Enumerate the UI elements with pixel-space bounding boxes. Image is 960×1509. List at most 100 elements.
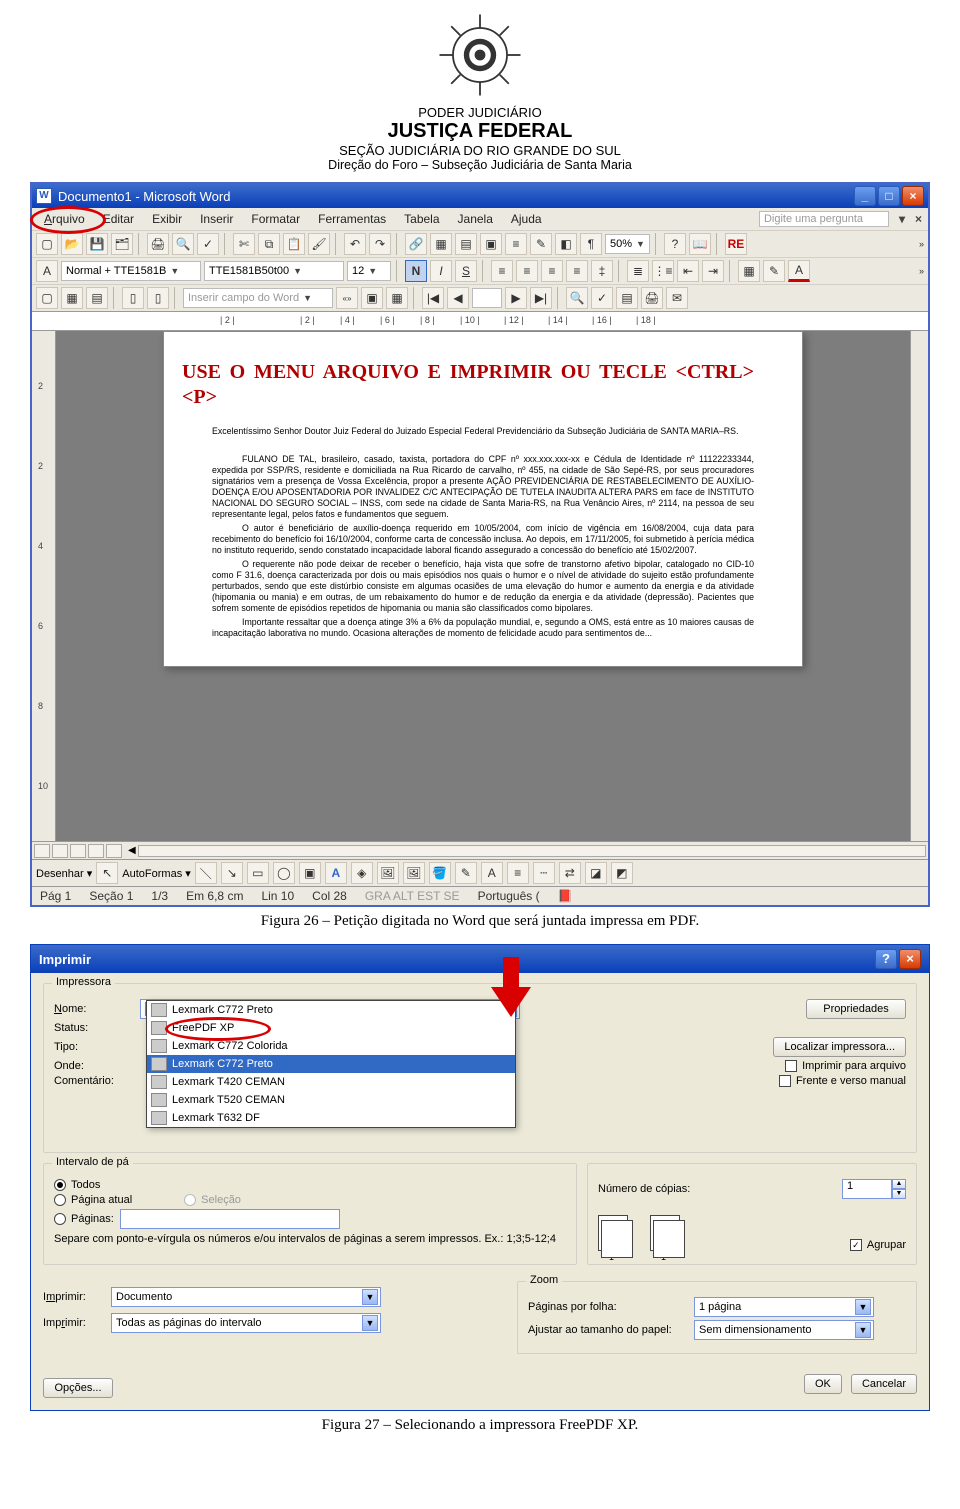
read-icon[interactable]: 📖 xyxy=(689,233,711,255)
properties-button[interactable]: Propriedades xyxy=(806,999,906,1019)
draw-menu[interactable]: Desenhar ▾ xyxy=(36,867,92,880)
menu-formatar[interactable]: Formatar xyxy=(245,210,306,228)
printer-option-2[interactable]: Lexmark C772 Colorida xyxy=(147,1037,515,1055)
align-left-icon[interactable]: ≡ xyxy=(491,260,513,282)
linestyle-icon[interactable]: ≡ xyxy=(507,862,529,884)
columns-icon[interactable]: ≡ xyxy=(505,233,527,255)
hscroll-left-icon[interactable]: ◀ xyxy=(128,845,136,856)
borders-icon[interactable]: ▦ xyxy=(738,260,760,282)
vertical-scrollbar[interactable] xyxy=(910,331,928,841)
fillcolor-icon[interactable]: 🪣 xyxy=(429,862,451,884)
dialog-close-button[interactable]: × xyxy=(899,949,921,969)
print-preview-icon[interactable]: 🔍 xyxy=(172,233,194,255)
printer-dropdown-list[interactable]: Lexmark C772 Preto FreePDF XP Lexmark C7… xyxy=(146,1000,516,1128)
spinner-down-icon[interactable]: ▼ xyxy=(892,1189,906,1199)
showhide-icon[interactable]: ¶ xyxy=(580,233,602,255)
tables-borders-icon[interactable]: ▦ xyxy=(430,233,452,255)
maximize-button[interactable]: □ xyxy=(878,186,900,206)
spinner-up-icon[interactable]: ▲ xyxy=(892,1179,906,1189)
3d-icon[interactable]: ◩ xyxy=(611,862,633,884)
dashstyle-icon[interactable]: ┄ xyxy=(533,862,555,884)
new-doc-icon[interactable]: ▢ xyxy=(36,233,58,255)
ask-a-question-input[interactable]: Digite uma pergunta xyxy=(759,211,889,227)
collate-checkbox[interactable]: Agrupar xyxy=(850,1239,906,1251)
weblayout-view-icon[interactable] xyxy=(52,844,68,858)
align-justify-icon[interactable]: ≡ xyxy=(566,260,588,282)
increase-indent-icon[interactable]: ⇥ xyxy=(702,260,724,282)
decrease-indent-icon[interactable]: ⇤ xyxy=(677,260,699,282)
cancel-button[interactable]: Cancelar xyxy=(851,1374,917,1394)
horizontal-ruler[interactable]: | 2 | | 2 | | 4 | | 6 | | 8 | | 10 | | 1… xyxy=(32,311,928,331)
manual-duplex-checkbox[interactable]: Frente e verso manual xyxy=(779,1075,906,1087)
format-overflow-icon[interactable]: » xyxy=(919,266,924,276)
menu-arquivo[interactable]: Arquivo xyxy=(38,210,91,228)
printer-option-3[interactable]: Lexmark C772 Preto xyxy=(147,1055,515,1073)
range-current-radio[interactable]: Página atual xyxy=(54,1194,132,1206)
clipart-icon[interactable]: 🖼 xyxy=(377,862,399,884)
pages-per-sheet-combo[interactable]: 1 página▼ xyxy=(694,1297,874,1317)
shadow-icon[interactable]: ◪ xyxy=(585,862,607,884)
arrowstyle-icon[interactable]: ⇄ xyxy=(559,862,581,884)
help-dropdown-icon[interactable]: ▾ xyxy=(899,212,905,226)
scale-to-paper-combo[interactable]: Sem dimensionamento▼ xyxy=(694,1320,874,1340)
underline-icon[interactable]: S xyxy=(455,260,477,282)
range-pages-radio[interactable]: Páginas: xyxy=(54,1213,114,1225)
redo-icon[interactable]: ↷ xyxy=(369,233,391,255)
menu-ferramentas[interactable]: Ferramentas xyxy=(312,210,392,228)
line-icon[interactable]: ＼ xyxy=(195,862,217,884)
printlayout-view-icon[interactable] xyxy=(70,844,86,858)
menu-janela[interactable]: Janela xyxy=(452,210,499,228)
align-center-icon[interactable]: ≡ xyxy=(516,260,538,282)
insert-table-icon[interactable]: ▤ xyxy=(455,233,477,255)
hyperlink-icon[interactable]: 🔗 xyxy=(405,233,427,255)
align-right-icon[interactable]: ≡ xyxy=(541,260,563,282)
autoshapes-menu[interactable]: AutoFormas ▾ xyxy=(122,867,191,880)
spellcheck-icon[interactable]: ✓ xyxy=(197,233,219,255)
styles-pane-icon[interactable]: A xyxy=(36,260,58,282)
doc-close-button[interactable]: × xyxy=(915,212,922,226)
oval-icon[interactable]: ◯ xyxy=(273,862,295,884)
select-objects-icon[interactable]: ↖ xyxy=(96,862,118,884)
zoom-select[interactable]: 50%▼ xyxy=(605,234,650,254)
reading-view-icon[interactable] xyxy=(106,844,122,858)
printer-option-0[interactable]: Lexmark C772 Preto xyxy=(147,1001,515,1019)
options-button[interactable]: Opções... xyxy=(43,1378,113,1398)
save-icon[interactable]: 💾 xyxy=(86,233,108,255)
menu-inserir[interactable]: Inserir xyxy=(194,210,239,228)
document-area[interactable]: USE O MENU ARQUIVO E IMPRIMIR OU TECLE <… xyxy=(56,331,910,841)
horizontal-scrollbar[interactable] xyxy=(138,845,926,857)
undo-icon[interactable]: ↶ xyxy=(344,233,366,255)
vertical-ruler[interactable]: 22 46 810 xyxy=(32,331,56,841)
printer-option-5[interactable]: Lexmark T520 CEMAN xyxy=(147,1091,515,1109)
excel-icon[interactable]: ▣ xyxy=(480,233,502,255)
minimize-button[interactable]: _ xyxy=(854,186,876,206)
print-pages-combo[interactable]: Todas as páginas do intervalo▼ xyxy=(111,1313,381,1333)
menu-tabela[interactable]: Tabela xyxy=(398,210,445,228)
format-painter-icon[interactable]: 🖌 xyxy=(308,233,330,255)
rectangle-icon[interactable]: ▭ xyxy=(247,862,269,884)
highlight-icon[interactable]: ✎ xyxy=(763,260,785,282)
drawing-icon[interactable]: ✎ xyxy=(530,233,552,255)
menu-editar[interactable]: Editar xyxy=(97,210,140,228)
fontsize-select[interactable]: 12▼ xyxy=(347,261,391,281)
pages-input[interactable] xyxy=(120,1209,340,1229)
bold-icon[interactable]: N xyxy=(405,260,427,282)
bullets-icon[interactable]: ⋮≡ xyxy=(652,260,674,282)
printer-option-1[interactable]: FreePDF XP xyxy=(147,1019,515,1037)
open-icon[interactable]: 📂 xyxy=(61,233,83,255)
printer-option-4[interactable]: Lexmark T420 CEMAN xyxy=(147,1073,515,1091)
print-to-file-checkbox[interactable]: Imprimir para arquivo xyxy=(785,1060,906,1072)
normal-view-icon[interactable] xyxy=(34,844,50,858)
find-printer-button[interactable]: Localizar impressora... xyxy=(773,1037,906,1057)
font-color-icon[interactable]: A xyxy=(788,260,810,282)
paste-icon[interactable]: 📋 xyxy=(283,233,305,255)
outline-view-icon[interactable] xyxy=(88,844,104,858)
status-spellcheck-icon[interactable]: 📕 xyxy=(558,889,573,903)
ok-button[interactable]: OK xyxy=(804,1374,842,1394)
docmap-icon[interactable]: ◧ xyxy=(555,233,577,255)
printer-option-6[interactable]: Lexmark T632 DF xyxy=(147,1109,515,1127)
research-icon[interactable]: RE xyxy=(725,233,747,255)
arrow-icon[interactable]: ↘ xyxy=(221,862,243,884)
permission-icon[interactable]: 🗂 xyxy=(111,233,133,255)
diagram-icon[interactable]: ◈ xyxy=(351,862,373,884)
